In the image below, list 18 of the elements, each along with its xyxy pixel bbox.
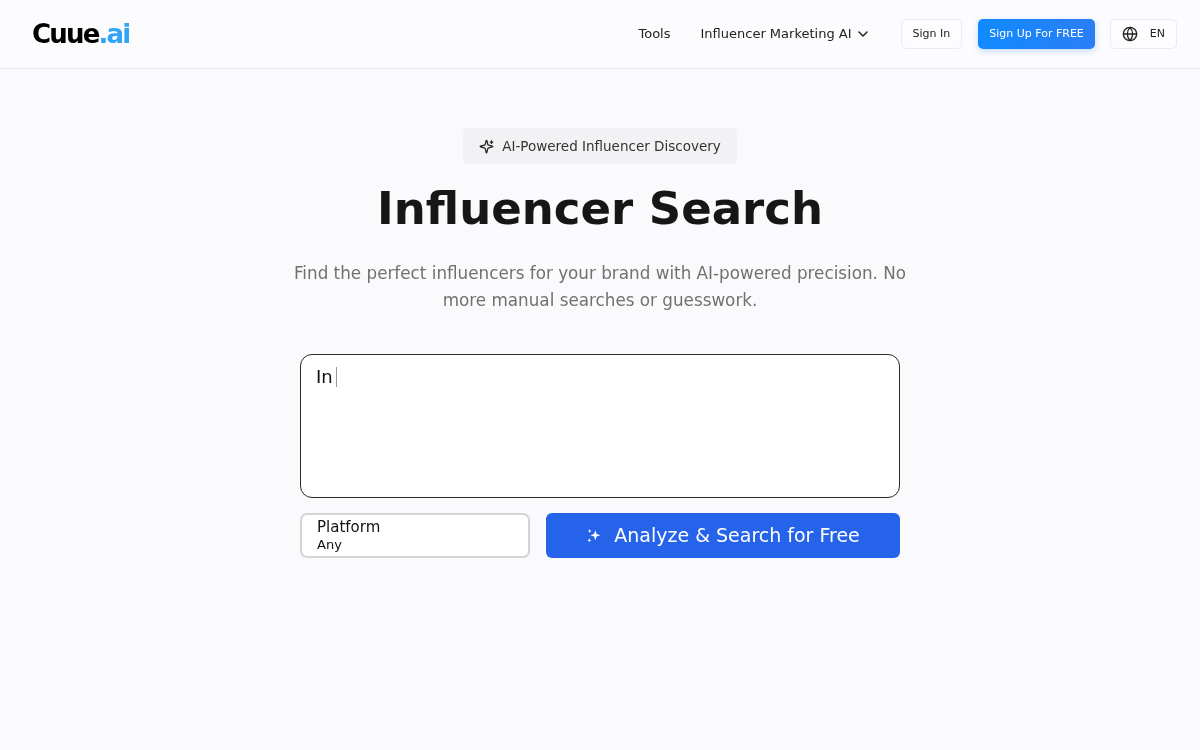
- chevron-down-icon: [857, 31, 868, 37]
- language-button[interactable]: EN: [1109, 19, 1177, 49]
- page-title: Influencer Search: [377, 181, 823, 237]
- search-textarea[interactable]: In: [300, 354, 900, 498]
- badge-text: AI-Powered Influencer Discovery: [502, 136, 721, 156]
- logo[interactable]: Cuue.ai: [32, 21, 130, 47]
- sparkles-icon: [586, 527, 603, 544]
- sign-in-button[interactable]: Sign In: [900, 19, 963, 49]
- sparkle-icon: [479, 138, 495, 154]
- platform-select[interactable]: Platform Any: [300, 513, 530, 558]
- nav-link[interactable]: Tools: [638, 24, 671, 44]
- nav-dropdown[interactable]: Influencer Marketing AI: [700, 24, 868, 44]
- analyze-search-button[interactable]: Analyze & Search for Free: [546, 513, 900, 558]
- platform-label: Platform: [317, 518, 381, 536]
- subtitle: Find the perfect influencers for your brand with AI-powered precision. No more manual searches or guesswork.: [292, 262, 908, 312]
- globe-icon: [1121, 26, 1138, 42]
- platform-value: Any: [317, 535, 342, 553]
- sign-up-button[interactable]: Sign Up For FREE: [978, 19, 1095, 49]
